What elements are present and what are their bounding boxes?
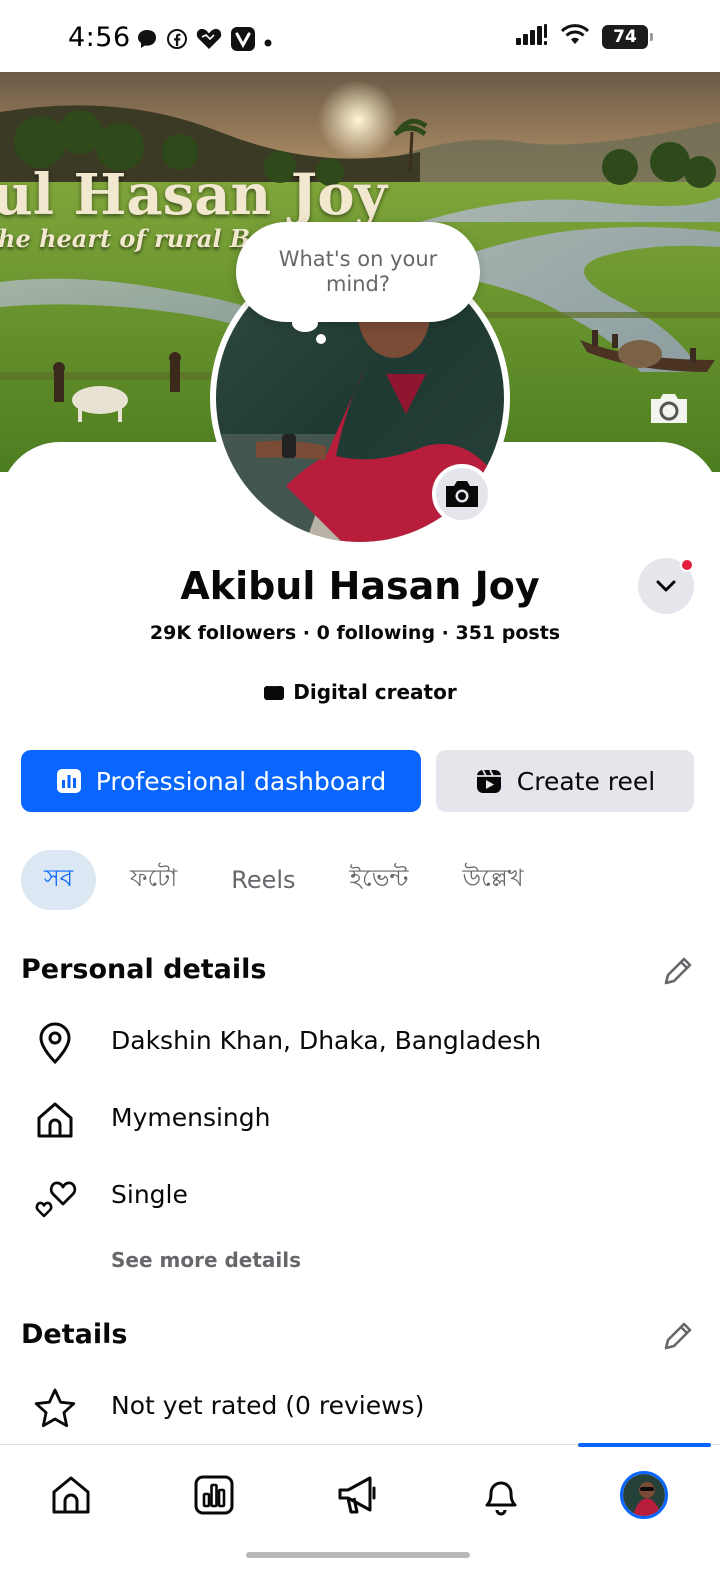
- nav-home-button[interactable]: [41, 1465, 101, 1525]
- signal-icon: [516, 24, 548, 50]
- rating-text: Not yet rated (0 reviews): [111, 1391, 425, 1420]
- dot-icon: [264, 32, 272, 51]
- location-text: Dakshin Khan, Dhaka, Bangladesh: [111, 1026, 542, 1055]
- create-reel-label: Create reel: [516, 766, 656, 796]
- notification-dot: [680, 558, 694, 572]
- tab-reels[interactable]: Reels: [211, 850, 315, 910]
- clapperboard-icon: [264, 683, 285, 700]
- star-icon: [32, 1385, 78, 1431]
- detail-row-relationship: Single: [0, 1164, 720, 1224]
- tab-photos[interactable]: ফটো: [110, 850, 197, 910]
- wifi-icon: [560, 24, 590, 50]
- dashboard-icon: [56, 769, 81, 793]
- notification-icons: [136, 26, 272, 56]
- detail-row-hometown: Mymensingh: [0, 1087, 720, 1147]
- category-label: Digital creator: [293, 680, 457, 704]
- home-icon: [32, 1097, 78, 1143]
- nav-profile-button[interactable]: [614, 1465, 674, 1525]
- active-tab-indicator: [578, 1443, 711, 1447]
- profile-category: Digital creator: [0, 680, 720, 704]
- home-icon: [52, 1476, 90, 1514]
- profile-stats[interactable]: 29K followers · 0 following · 351 posts: [0, 622, 710, 644]
- status-bar: 4:56 74: [0, 0, 720, 72]
- whats-on-your-mind-bubble[interactable]: What's on your mind?: [236, 222, 480, 322]
- facebook-icon: [166, 28, 188, 54]
- tab-events[interactable]: ইভেন্ট: [330, 850, 429, 910]
- tab-all[interactable]: সব: [21, 850, 96, 910]
- cover-camera-icon[interactable]: [648, 390, 690, 426]
- megaphone-icon: [338, 1476, 376, 1514]
- status-time: 4:56: [68, 22, 131, 53]
- location-pin-icon: [32, 1020, 78, 1066]
- nav-ads-button[interactable]: [328, 1465, 388, 1525]
- camera-icon: [446, 481, 478, 507]
- status-right: 74: [516, 24, 653, 50]
- dashboard-icon: [194, 1475, 234, 1515]
- professional-dashboard-label: Professional dashboard: [95, 766, 387, 796]
- detail-row-location: Dakshin Khan, Dhaka, Bangladesh: [0, 1010, 720, 1070]
- v-app-icon: [230, 26, 256, 56]
- professional-dashboard-button[interactable]: Professional dashboard: [21, 750, 421, 812]
- heart-icon: [196, 28, 222, 54]
- home-indicator: [246, 1552, 470, 1558]
- bell-icon: [485, 1481, 517, 1516]
- details-title: Details: [21, 1319, 128, 1350]
- cover-title-text: ul Hasan Joy: [0, 162, 388, 228]
- profile-name: Akibul Hasan Joy: [180, 564, 540, 608]
- chat-bubble-icon: [136, 28, 158, 54]
- hometown-text: Mymensingh: [111, 1103, 271, 1132]
- tab-mentions[interactable]: উল্লেখ: [442, 850, 543, 910]
- personal-details-title: Personal details: [21, 954, 267, 985]
- bubble-tail-large: [292, 314, 318, 332]
- profile-avatar: [620, 1471, 668, 1519]
- create-reel-button[interactable]: Create reel: [436, 750, 694, 812]
- relationship-text: Single: [111, 1180, 188, 1209]
- profile-tabs: সব ফটো Reels ইভেন্ট উল্লেখ: [21, 850, 558, 910]
- bubble-tail-small: [316, 334, 326, 344]
- edit-pencil-icon[interactable]: [660, 1318, 696, 1354]
- relationship-hearts-icon: [32, 1174, 78, 1220]
- nav-dashboard-button[interactable]: [184, 1465, 244, 1525]
- nav-notifications-button[interactable]: [471, 1465, 531, 1525]
- avatar-camera-button[interactable]: [432, 464, 492, 524]
- detail-row-rating: Not yet rated (0 reviews): [0, 1375, 720, 1435]
- reel-icon: [476, 769, 501, 793]
- battery-icon: 74: [602, 25, 653, 49]
- see-more-details-link[interactable]: See more details: [111, 1248, 301, 1272]
- edit-pencil-icon[interactable]: [660, 953, 696, 989]
- chevron-down-icon: [656, 580, 676, 592]
